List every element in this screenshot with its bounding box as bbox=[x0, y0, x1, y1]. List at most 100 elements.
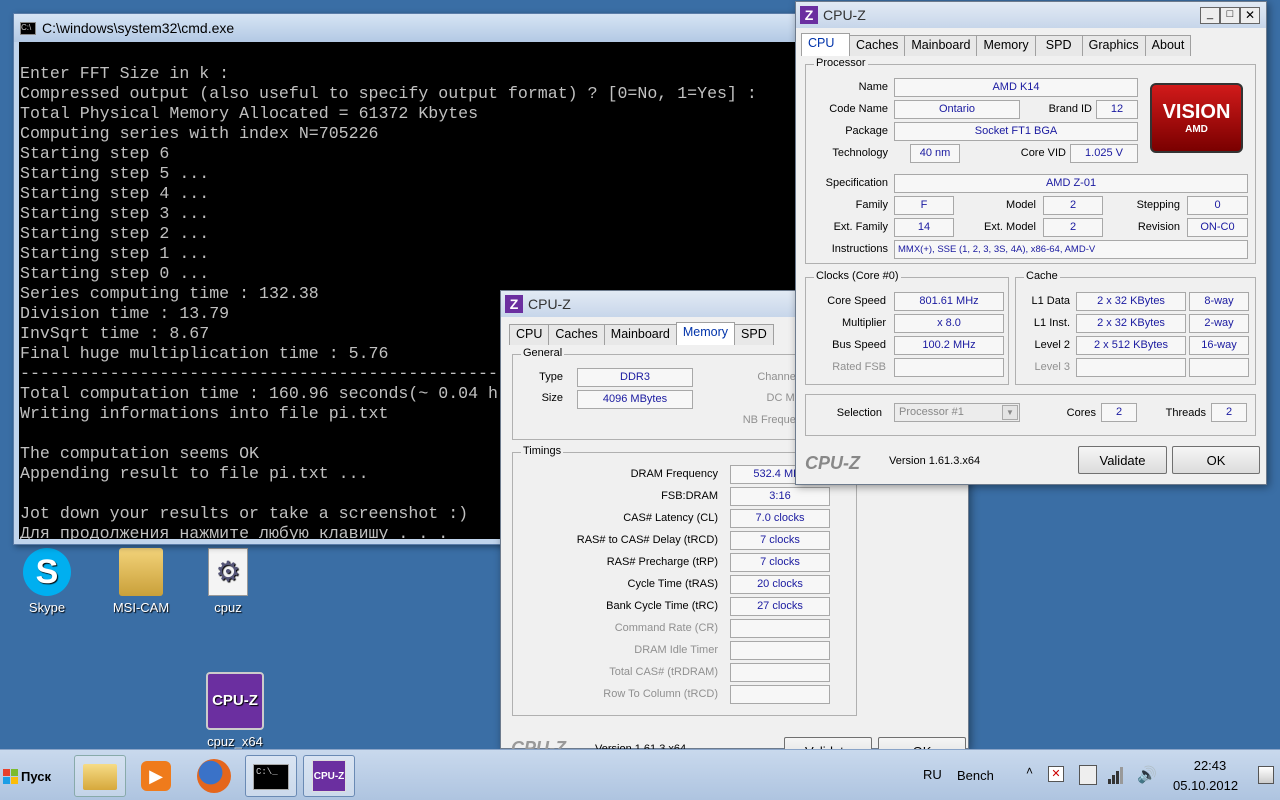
show-hidden-icons-icon[interactable]: ˄ bbox=[1026, 764, 1033, 778]
console-line: Enter FFT Size in k : bbox=[20, 64, 230, 83]
console-line: Starting step 1 ... bbox=[20, 244, 210, 263]
firefox-taskbar-icon[interactable] bbox=[188, 755, 240, 797]
desktop-icon-cpuz[interactable]: ⚙ cpuz bbox=[188, 548, 268, 615]
revision-label: Revision bbox=[1137, 221, 1180, 233]
timing-label: Total CAS# (tRDRAM) bbox=[609, 666, 718, 678]
cpuz-cpu-window[interactable]: Z CPU-Z _ □ ✕ CPU Caches Mainboard Memor… bbox=[795, 1, 1267, 485]
media-player-taskbar-icon[interactable]: ▶ bbox=[130, 755, 182, 797]
l1-inst-label: L1 Inst. bbox=[1033, 317, 1070, 329]
instructions-label: Instructions bbox=[831, 243, 888, 255]
show-desktop-button[interactable] bbox=[1258, 766, 1274, 784]
processor-select[interactable]: Processor #1 ▼ bbox=[894, 403, 1020, 422]
version-label: Version 1.61.3.x64 bbox=[889, 455, 981, 467]
clock-time[interactable]: 22:43 bbox=[1190, 758, 1230, 773]
tab-graphics[interactable]: Graphics bbox=[1081, 35, 1146, 56]
type-label: Type bbox=[539, 371, 563, 383]
corevid-label: Core VID bbox=[1020, 147, 1066, 159]
close-icon[interactable]: ✕ bbox=[1240, 6, 1260, 24]
timing-value: 3:16 bbox=[730, 487, 830, 506]
codename-value: Ontario bbox=[894, 100, 1020, 119]
selection-group: Selection Processor #1 ▼ Cores 2 Threads… bbox=[805, 394, 1256, 436]
level2-way: 16-way bbox=[1189, 336, 1249, 355]
tab-cpu[interactable]: CPU bbox=[509, 324, 550, 345]
group-title: Cache bbox=[1024, 270, 1060, 282]
console-line: Compressed output (also useful to specif… bbox=[20, 84, 757, 103]
cores-value: 2 bbox=[1101, 403, 1137, 422]
tab-about[interactable]: About bbox=[1144, 35, 1192, 56]
cpuz-cpu-tabs: CPU Caches Mainboard Memory SPD Graphics… bbox=[801, 33, 1192, 56]
minimize-icon[interactable]: _ bbox=[1200, 6, 1220, 24]
desktop-icon-skype[interactable]: S Skype bbox=[7, 548, 87, 615]
technology-value: 40 nm bbox=[910, 144, 960, 163]
level2-label: Level 2 bbox=[1034, 339, 1070, 351]
tab-memory[interactable]: Memory bbox=[976, 35, 1036, 56]
group-title: Processor bbox=[814, 57, 868, 69]
action-center-icon[interactable]: ✕ bbox=[1048, 766, 1064, 782]
start-button[interactable]: Пуск bbox=[3, 762, 51, 790]
console-line: Starting step 3 ... bbox=[20, 204, 210, 223]
tab-mainboard[interactable]: Mainboard bbox=[603, 324, 677, 345]
revision-value: ON-C0 bbox=[1187, 218, 1248, 237]
desktop-icon-label: cpuz_x64 bbox=[207, 734, 263, 749]
validate-button[interactable]: Validate bbox=[1078, 446, 1167, 474]
clock-date[interactable]: 05.10.2012 bbox=[1173, 778, 1238, 793]
timing-label: Command Rate (CR) bbox=[614, 622, 718, 634]
l1-inst-value: 2 x 32 KBytes bbox=[1076, 314, 1186, 333]
tab-caches[interactable]: Caches bbox=[548, 324, 605, 345]
chevron-down-icon: ▼ bbox=[1002, 405, 1018, 420]
tab-caches[interactable]: Caches bbox=[849, 35, 906, 56]
family-label: Family bbox=[855, 199, 888, 211]
bench-toolbar-label[interactable]: Bench bbox=[957, 768, 994, 783]
clocks-group: Clocks (Core #0) Core Speed 801.61 MHz M… bbox=[805, 270, 1009, 385]
maximize-icon[interactable]: □ bbox=[1220, 6, 1240, 24]
cpuz-logo-icon: Z bbox=[505, 295, 523, 313]
package-value: Socket FT1 BGA bbox=[894, 122, 1138, 141]
timing-label: DRAM Idle Timer bbox=[634, 644, 718, 656]
rated-fsb-label: Rated FSB bbox=[832, 361, 886, 373]
tab-spd[interactable]: SPD bbox=[734, 324, 774, 345]
desktop-icon-cpuz-x64[interactable]: CPU-Z cpuz_x64 bbox=[195, 672, 275, 749]
processor-select-value: Processor #1 bbox=[899, 406, 964, 418]
level2-value: 2 x 512 KBytes bbox=[1076, 336, 1186, 355]
windows-logo-icon bbox=[3, 768, 18, 784]
language-indicator[interactable]: RU bbox=[923, 767, 942, 782]
level3-value bbox=[1076, 358, 1186, 377]
network-icon[interactable] bbox=[1108, 766, 1123, 784]
core-speed-label: Core Speed bbox=[827, 295, 886, 307]
timings-group: Timings DRAM Frequency 532.4 MHz FSB:DRAM 3… bbox=[512, 445, 857, 716]
tab-cpu[interactable]: CPU bbox=[801, 33, 850, 56]
selection-label: Selection bbox=[836, 407, 882, 419]
cpuz-taskbar-icon[interactable]: CPU-Z bbox=[303, 755, 355, 797]
skype-icon: S bbox=[23, 548, 71, 596]
rated-fsb-value bbox=[894, 358, 1004, 377]
volume-icon[interactable]: 🔊 bbox=[1137, 765, 1157, 785]
ok-button[interactable]: OK bbox=[1172, 446, 1260, 474]
ext-family-label: Ext. Family bbox=[833, 221, 888, 233]
cmd-title: C:\windows\system32\cmd.exe bbox=[42, 20, 235, 36]
processor-group: Processor Name AMD K14 Code Name Ontario… bbox=[805, 57, 1256, 264]
console-line: Starting step 2 ... bbox=[20, 224, 210, 243]
power-icon[interactable] bbox=[1079, 765, 1097, 785]
desktop-icon-msi-cam[interactable]: MSI-CAM bbox=[101, 548, 181, 615]
timing-label: FSB:DRAM bbox=[661, 490, 718, 502]
codename-label: Code Name bbox=[829, 103, 888, 115]
multiplier-value: x 8.0 bbox=[894, 314, 1004, 333]
timing-value: 20 clocks bbox=[730, 575, 830, 594]
core-speed-value: 801.61 MHz bbox=[894, 292, 1004, 311]
specification-label: Specification bbox=[825, 177, 888, 189]
cmd-titlebar[interactable]: C:\ C:\windows\system32\cmd.exe bbox=[14, 14, 802, 42]
cmd-taskbar-icon[interactable]: C:\_ bbox=[245, 755, 297, 797]
corevid-value: 1.025 V bbox=[1070, 144, 1138, 163]
console-line: Starting step 5 ... bbox=[20, 164, 210, 183]
tab-mainboard[interactable]: Mainboard bbox=[904, 35, 978, 56]
tab-spd[interactable]: SPD bbox=[1034, 35, 1083, 56]
explorer-taskbar-icon[interactable] bbox=[74, 755, 126, 797]
cpuz-app-icon: CPU-Z bbox=[206, 672, 264, 730]
cpuz-cpu-titlebar[interactable]: Z CPU-Z _ □ ✕ bbox=[796, 2, 1266, 28]
timing-value: 7.0 clocks bbox=[730, 509, 830, 528]
l1-data-way: 8-way bbox=[1189, 292, 1249, 311]
group-title: Timings bbox=[521, 445, 564, 457]
l1-inst-way: 2-way bbox=[1189, 314, 1249, 333]
tab-memory[interactable]: Memory bbox=[675, 322, 736, 345]
name-label: Name bbox=[858, 81, 888, 93]
